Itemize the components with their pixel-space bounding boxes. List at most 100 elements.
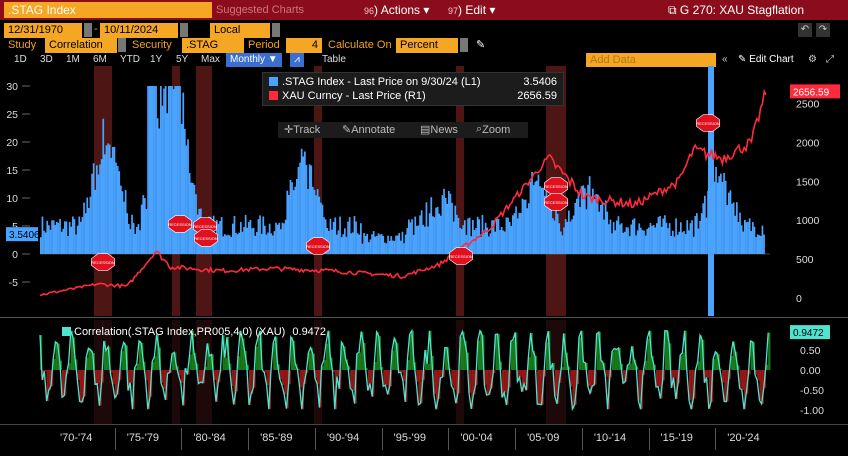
stag-bar xyxy=(728,192,730,254)
x-axis-divider xyxy=(181,428,183,450)
edit-chart-button[interactable]: ✎ Edit Chart xyxy=(738,53,794,67)
stag-bar xyxy=(68,221,71,254)
stag-bar xyxy=(249,219,252,254)
stag-bar xyxy=(708,207,711,254)
stag-swatch xyxy=(269,77,278,86)
correlation-bar xyxy=(282,370,285,386)
expand-icon[interactable]: ⤢ xyxy=(826,53,834,67)
stag-bar xyxy=(43,230,45,254)
stag-bar xyxy=(446,203,449,254)
calculate-dropdown-icon[interactable] xyxy=(460,38,468,52)
x-axis-line xyxy=(0,424,848,425)
track-tool[interactable]: ✛ Track xyxy=(284,123,320,136)
stag-bar xyxy=(336,234,338,254)
calendar-icon[interactable] xyxy=(180,23,188,37)
stag-bar xyxy=(739,212,741,254)
range-button-3d[interactable]: 3D xyxy=(40,53,53,67)
stag-bar xyxy=(100,159,103,254)
table-button[interactable]: Table xyxy=(322,53,346,67)
stag-bar xyxy=(371,234,373,254)
left-axis-label: 0 xyxy=(12,249,18,261)
stag-bar xyxy=(300,148,303,254)
pen-icon[interactable]: ✎ xyxy=(476,38,485,51)
calculate-on-field[interactable]: Percent xyxy=(396,38,458,53)
start-date-field[interactable]: 12/31/1970 xyxy=(4,23,82,38)
edit-menu[interactable]: 97) Edit ▾ xyxy=(448,2,508,18)
recession-label: RECESSION xyxy=(194,236,218,241)
stag-bar xyxy=(574,202,577,254)
study-security-field[interactable]: .STAG Inde xyxy=(182,38,244,66)
range-button-max[interactable]: Max xyxy=(201,53,220,67)
range-button-1d[interactable]: 1D xyxy=(14,53,27,67)
stag-bar xyxy=(500,226,503,254)
period-field[interactable]: 4 xyxy=(286,38,322,53)
stag-bar xyxy=(219,220,221,254)
x-axis-label: '05-'09 xyxy=(527,432,560,444)
study-dropdown-icon[interactable] xyxy=(118,38,126,52)
currency-field[interactable]: Local CCY xyxy=(210,23,270,51)
stag-bar xyxy=(593,198,596,254)
range-button-5y[interactable]: 5Y xyxy=(176,53,188,67)
right-axis-label: 1500 xyxy=(796,176,820,188)
legend-stag-value: 3.5406 xyxy=(523,76,557,88)
frequency-dropdown[interactable]: Monthly ▼ xyxy=(226,53,282,67)
stag-bar xyxy=(625,227,628,254)
collapse-icon[interactable]: « xyxy=(722,53,728,67)
stag-bar xyxy=(86,197,89,254)
news-tool[interactable]: ▤ News xyxy=(420,123,458,136)
suggested-charts-menu[interactable]: Suggested Charts xyxy=(216,2,356,18)
end-date-field[interactable]: 10/11/2024 xyxy=(100,23,178,38)
add-data-input[interactable]: Add Data xyxy=(586,53,716,67)
stag-bar xyxy=(121,191,124,254)
currency-dropdown-icon[interactable] xyxy=(272,23,280,37)
stag-bar xyxy=(750,231,753,254)
stag-bar xyxy=(264,225,266,254)
stag-bar xyxy=(689,223,692,254)
stag-bar xyxy=(745,222,748,254)
period-label: Period xyxy=(248,39,280,51)
stag-bar xyxy=(332,221,335,254)
range-button-1m[interactable]: 1M xyxy=(66,53,80,67)
actions-menu[interactable]: 96) Actions ▾ xyxy=(364,2,440,18)
correlation-bar xyxy=(757,370,760,381)
right-axis-label: 2000 xyxy=(796,137,820,149)
x-axis-label: '00-'04 xyxy=(460,432,493,444)
stag-bar xyxy=(233,216,236,254)
correlation-swatch xyxy=(62,327,71,336)
stag-bar xyxy=(502,230,505,254)
correlation-bar xyxy=(759,370,762,401)
stag-bar xyxy=(193,184,196,254)
stag-bar xyxy=(120,185,122,254)
stag-bar xyxy=(188,172,191,254)
left-axis-label: 10 xyxy=(6,193,18,205)
calendar-icon[interactable] xyxy=(84,23,92,37)
external-link-icon[interactable]: ⧉ xyxy=(668,3,677,17)
chart-type-icon[interactable]: ⩘ xyxy=(290,53,304,67)
stag-bar xyxy=(705,217,708,254)
range-button-ytd[interactable]: YTD xyxy=(120,53,140,67)
stag-bar xyxy=(59,218,61,254)
range-button-6m[interactable]: 6M xyxy=(93,53,107,67)
stag-bar xyxy=(363,233,365,254)
stag-bar xyxy=(67,235,69,254)
stag-bar xyxy=(112,146,114,254)
edit-label: Edit xyxy=(465,3,487,17)
x-axis-label: '95-'99 xyxy=(393,432,426,444)
range-button-1y[interactable]: 1Y xyxy=(150,53,162,67)
stag-bar xyxy=(283,223,285,254)
study-field[interactable]: Correlation xyxy=(45,38,117,53)
stag-bar xyxy=(507,217,509,254)
settings-gear-icon[interactable]: ⚙ xyxy=(808,53,817,67)
stag-bar xyxy=(108,144,111,254)
zoom-tool[interactable]: ⌕ Zoom xyxy=(476,123,510,136)
stag-bar xyxy=(654,227,657,254)
stag-bar xyxy=(700,213,703,254)
stag-bar xyxy=(372,231,375,254)
undo-icon[interactable]: ↶ xyxy=(798,23,812,37)
redo-icon[interactable]: ↷ xyxy=(816,23,830,37)
annotate-tool[interactable]: ✎ Annotate xyxy=(342,123,395,136)
stag-bar xyxy=(89,196,92,254)
security-field[interactable]: .STAG Index xyxy=(4,2,212,18)
stag-bar xyxy=(417,225,420,254)
correlation-bar xyxy=(337,370,340,377)
